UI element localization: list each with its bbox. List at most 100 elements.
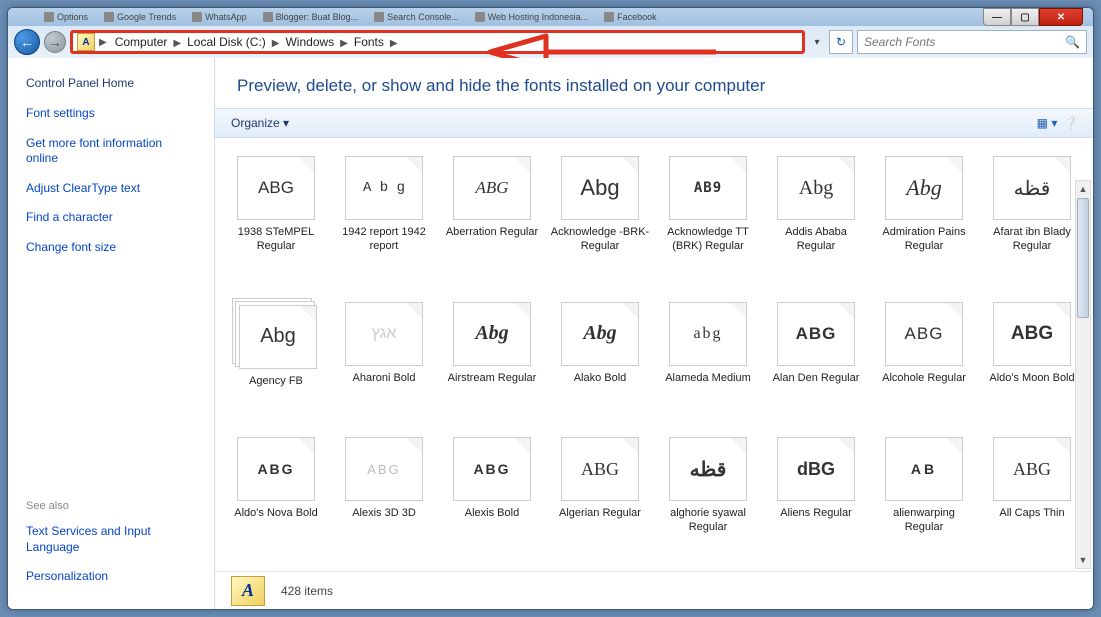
font-label: 1942 report 1942 report: [334, 226, 434, 254]
sidebar-home-link[interactable]: Control Panel Home: [16, 72, 206, 94]
font-label: Alako Bold: [574, 372, 627, 386]
font-label: 1938 STeMPEL Regular: [226, 226, 326, 254]
font-item[interactable]: abgAlameda Medium: [656, 302, 760, 407]
sidebar-link[interactable]: Font settings: [16, 102, 206, 126]
font-label: Algerian Regular: [559, 507, 641, 521]
font-item[interactable]: ABG Algerian Regular: [548, 437, 652, 553]
breadcrumb-segment[interactable]: Local Disk (C:): [183, 35, 270, 49]
scroll-down-icon[interactable]: ▼: [1076, 552, 1090, 568]
font-label: Airstream Regular: [448, 372, 537, 386]
browser-tab[interactable]: WhatsApp: [186, 11, 253, 23]
font-label: Admiration Pains Regular: [874, 226, 974, 254]
font-item[interactable]: AbgAddis Ababa Regular: [764, 156, 868, 272]
search-field[interactable]: [864, 35, 1065, 49]
font-item[interactable]: AbgAdmiration Pains Regular: [872, 156, 976, 272]
address-toolbar: ← → A ▶ Computer▶Local Disk (C:)▶Windows…: [8, 26, 1093, 58]
breadcrumb-segment[interactable]: Computer: [111, 35, 172, 49]
browser-tab[interactable]: Facebook: [598, 11, 663, 23]
breadcrumb-segment[interactable]: Windows: [281, 35, 338, 49]
font-preview-thumb: ABG: [561, 437, 639, 501]
tab-label: Options: [57, 12, 88, 22]
font-preview-thumb: AB: [885, 437, 963, 501]
font-grid: ABG1938 STeMPEL RegularA b g1942 report …: [215, 138, 1093, 571]
font-label: Aharoni Bold: [353, 372, 416, 386]
chevron-right-icon[interactable]: ▶: [338, 38, 350, 49]
browser-tab[interactable]: Search Console...: [368, 11, 465, 23]
font-label: alienwarping Regular: [874, 507, 974, 535]
browser-tab[interactable]: Google Trends: [98, 11, 182, 23]
sidebar-link[interactable]: Find a character: [16, 206, 206, 230]
breadcrumb-bar[interactable]: A ▶ Computer▶Local Disk (C:)▶Windows▶Fon…: [70, 30, 805, 54]
font-preview-thumb: Abg: [239, 305, 317, 369]
font-item[interactable]: AbgAgency FB: [224, 302, 328, 407]
breadcrumb-segment[interactable]: Fonts: [350, 35, 388, 49]
font-item[interactable]: قظهAfarat ibn Blady Regular: [980, 156, 1084, 272]
sidebar-link[interactable]: Change font size: [16, 236, 206, 260]
font-item[interactable]: AbgAcknowledge -BRK- Regular: [548, 156, 652, 272]
tab-favicon: [192, 12, 202, 22]
font-preview-thumb: אגץ: [345, 302, 423, 366]
browser-tab[interactable]: Blogger: Buat Blog...: [257, 11, 365, 23]
font-item[interactable]: ABGAll Caps Thin: [980, 437, 1084, 553]
tab-favicon: [104, 12, 114, 22]
browser-tab[interactable]: Web Hosting Indonesia...: [469, 11, 594, 23]
sidebar: Control Panel Home Font settings Get more…: [8, 58, 215, 609]
close-button[interactable]: ✕: [1039, 8, 1083, 26]
font-item[interactable]: Abg Alako Bold: [548, 302, 652, 407]
font-item[interactable]: قظهalghorie syawal Regular: [656, 437, 760, 553]
search-input[interactable]: 🔍: [857, 30, 1087, 54]
font-item[interactable]: AB9Acknowledge TT (BRK) Regular: [656, 156, 760, 272]
nav-forward-button[interactable]: →: [44, 31, 66, 53]
font-item[interactable]: AbgAirstream Regular: [440, 302, 544, 407]
font-label: Alcohole Regular: [882, 372, 966, 386]
font-item[interactable]: ABG Aberration Regular: [440, 156, 544, 272]
font-label: Aberration Regular: [446, 226, 538, 240]
sidebar-link[interactable]: Adjust ClearType text: [16, 177, 206, 201]
tab-label: Search Console...: [387, 12, 459, 22]
font-item[interactable]: ABGAlan Den Regular: [764, 302, 868, 407]
see-also-link[interactable]: Personalization: [16, 565, 206, 589]
tab-label: Google Trends: [117, 12, 176, 22]
scroll-up-icon[interactable]: ▲: [1076, 181, 1090, 197]
item-count-label: 428 items: [281, 584, 333, 598]
refresh-button[interactable]: ↻: [829, 30, 853, 54]
sidebar-link[interactable]: Get more font information online: [16, 132, 206, 171]
font-item[interactable]: ABG1938 STeMPEL Regular: [224, 156, 328, 272]
font-preview-thumb: ABG: [993, 437, 1071, 501]
font-item[interactable]: AB alienwarping Regular: [872, 437, 976, 553]
font-item[interactable]: ABGAlexis Bold: [440, 437, 544, 553]
nav-back-button[interactable]: ←: [14, 29, 40, 55]
see-also-link[interactable]: Text Services and Input Language: [16, 520, 206, 559]
font-item[interactable]: ABGAldo's Moon Bold: [980, 302, 1084, 407]
font-item[interactable]: ABGAldo's Nova Bold: [224, 437, 328, 553]
font-preview-thumb: ABG: [453, 156, 531, 220]
browser-tab[interactable]: Options: [38, 11, 94, 23]
font-label: Alexis 3D 3D: [352, 507, 416, 521]
font-item[interactable]: אגץ Aharoni Bold: [332, 302, 436, 407]
window-controls: — ▢ ✕: [983, 8, 1083, 26]
chevron-right-icon[interactable]: ▶: [171, 38, 183, 49]
see-also-heading: See also: [16, 496, 206, 516]
font-preview-thumb: Abg: [561, 302, 639, 366]
font-item[interactable]: A b g1942 report 1942 report: [332, 156, 436, 272]
organize-button[interactable]: Organize ▾: [225, 114, 295, 132]
scroll-thumb[interactable]: [1077, 198, 1089, 318]
minimize-button[interactable]: —: [983, 8, 1011, 26]
status-bar: A 428 items: [215, 571, 1093, 609]
vertical-scrollbar[interactable]: ▲ ▼: [1075, 180, 1091, 569]
font-item[interactable]: ABGAlcohole Regular: [872, 302, 976, 407]
view-options-icon[interactable]: ▦ ▾: [1035, 112, 1059, 134]
help-icon[interactable]: ❔: [1059, 112, 1083, 134]
chevron-right-icon[interactable]: ▶: [388, 38, 400, 49]
font-item[interactable]: ABGAlexis 3D 3D: [332, 437, 436, 553]
browser-tabs-bar: Options Google Trends WhatsApp Blogger: Bua…: [8, 8, 1093, 26]
maximize-button[interactable]: ▢: [1011, 8, 1039, 26]
font-label: Aliens Regular: [780, 507, 852, 521]
font-item[interactable]: dBGAliens Regular: [764, 437, 868, 553]
window-body: Control Panel Home Font settings Get more…: [8, 58, 1093, 609]
tab-label: Facebook: [617, 12, 657, 22]
tab-favicon: [475, 12, 485, 22]
chevron-right-icon[interactable]: ▶: [270, 38, 282, 49]
font-label: Afarat ibn Blady Regular: [982, 226, 1082, 254]
address-dropdown[interactable]: ▾: [809, 37, 825, 48]
